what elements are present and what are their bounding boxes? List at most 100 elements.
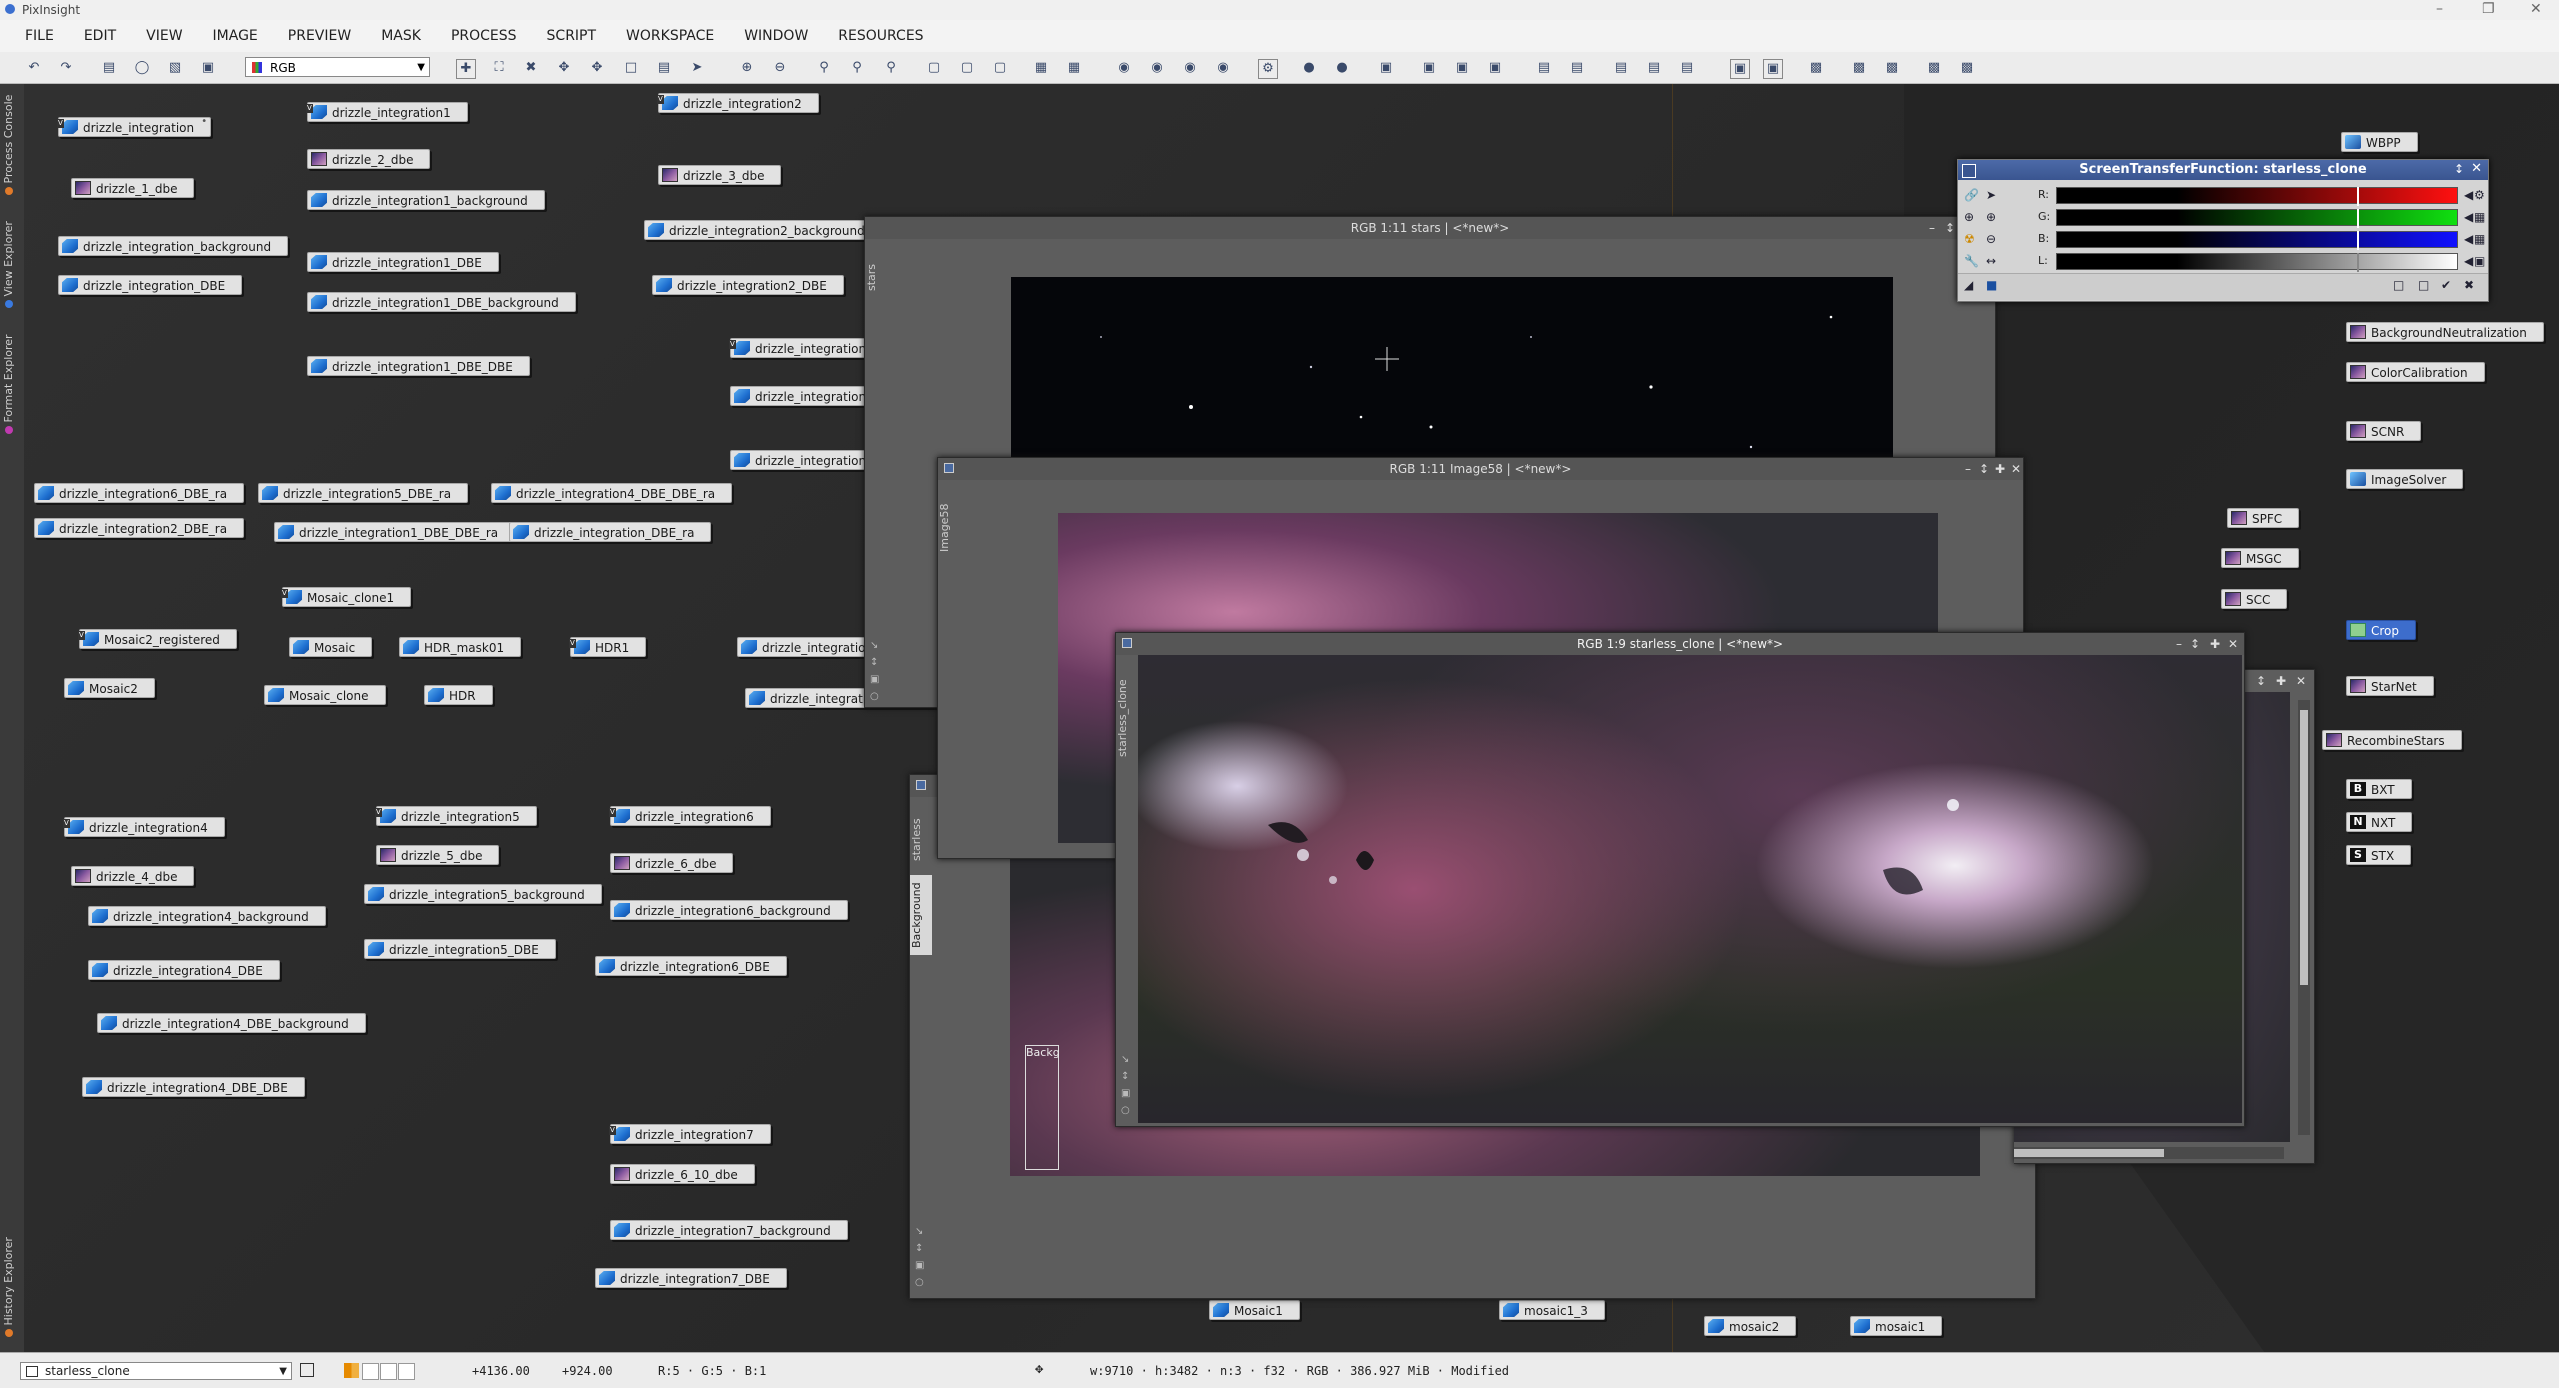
- radiation-icon[interactable]: ☢: [1964, 232, 1975, 246]
- image-icon[interactable]: V Mosaic_clone1: [281, 587, 412, 607]
- mask-invert-icon[interactable]: ◉: [1181, 59, 1199, 77]
- image-icon[interactable]: Vdrizzle_integration2: [657, 93, 819, 113]
- cancel-icon[interactable]: ✖: [2464, 278, 2474, 292]
- image-icon[interactable]: drizzle_integration2_DBE: [652, 275, 844, 295]
- menu-script[interactable]: SCRIPT: [532, 28, 612, 44]
- zoom-out-icon[interactable]: ⊖: [771, 59, 789, 77]
- image-icon[interactable]: Vdrizzle_integration1: [306, 102, 468, 122]
- image-icon[interactable]: mosaic1_3: [1499, 1300, 1605, 1320]
- image-icon[interactable]: drizzle_3_dbe: [658, 165, 782, 185]
- process-icon[interactable]: StarNet: [2346, 676, 2434, 696]
- mask-enable-icon[interactable]: ◉: [1115, 59, 1133, 77]
- image-window-starless-clone[interactable]: RGB 1:9 starless_clone | <*new*> – ↕ ✚ ✕…: [1115, 632, 2245, 1127]
- redo-icon[interactable]: ↷: [57, 59, 75, 77]
- reset-channel-icon[interactable]: ◀: [2464, 188, 2473, 202]
- explorer-icon[interactable]: ▤: [1535, 59, 1553, 77]
- zoom-2-icon[interactable]: ⚲: [848, 59, 866, 77]
- process-console-tab[interactable]: Process Console: [2, 89, 22, 204]
- image-icon[interactable]: drizzle_5_dbe: [376, 845, 500, 865]
- image-icon[interactable]: drizzle_integration_background: [58, 236, 289, 256]
- undo-icon[interactable]: ↶: [25, 59, 43, 77]
- scrollbar-thumb[interactable]: [2300, 710, 2308, 985]
- monitor-icon[interactable]: ▣: [2474, 254, 2485, 268]
- channel-r-bar[interactable]: [2056, 187, 2458, 206]
- channel-r-icon[interactable]: ▣: [1420, 59, 1438, 77]
- channel-swatch[interactable]: [362, 1363, 379, 1380]
- midtone-slider[interactable]: [2357, 253, 2359, 272]
- image-icon[interactable]: drizzle_integration_DBE: [58, 275, 243, 295]
- image-icon[interactable]: drizzle_6_dbe: [610, 853, 734, 873]
- view-tab[interactable]: starless: [910, 815, 932, 865]
- stf-auto-icon[interactable]: ●: [1300, 59, 1318, 77]
- image-icon[interactable]: Vdrizzle_integration •: [57, 116, 212, 137]
- image-icon[interactable]: drizzle_integration1_DBE_background: [307, 292, 576, 312]
- process-icon[interactable]: N NXT: [2346, 812, 2413, 832]
- wrench-icon[interactable]: 🔧: [1964, 254, 1979, 268]
- preview-edit-icon[interactable]: ▦: [1065, 59, 1083, 77]
- close-icon[interactable]: ✕: [2296, 670, 2306, 692]
- color-icon[interactable]: ▣: [199, 59, 217, 77]
- channel-swatch[interactable]: [380, 1363, 397, 1380]
- preview-tab[interactable]: Background: [910, 875, 932, 955]
- maximize-icon[interactable]: ✚: [2210, 633, 2220, 655]
- process-icon[interactable]: Crop: [2346, 620, 2417, 640]
- process-icon[interactable]: S STX: [2346, 845, 2412, 865]
- image-icon[interactable]: drizzle_integration5_background: [364, 884, 602, 904]
- new-instance-icon[interactable]: ◢: [1964, 278, 1973, 292]
- channel-b-bar[interactable]: [2056, 231, 2458, 250]
- link-icon[interactable]: 🔗: [1964, 188, 1979, 202]
- fit-view-icon[interactable]: ▢: [925, 59, 943, 77]
- readout-icon[interactable]: ▤: [655, 59, 673, 77]
- copy-icon[interactable]: □: [2418, 278, 2429, 292]
- layout3-icon[interactable]: ▤: [1678, 59, 1696, 77]
- screen3-icon[interactable]: ▩: [1883, 59, 1901, 77]
- window-title[interactable]: RGB 1:11 stars | <*new*>: [865, 217, 1995, 239]
- screen5-icon[interactable]: ▩: [1958, 59, 1976, 77]
- grid-icon[interactable]: ▦: [2474, 210, 2485, 224]
- image-icon[interactable]: Vdrizzle_integration5: [375, 806, 537, 826]
- pointer-icon[interactable]: ➤: [688, 59, 706, 77]
- move-icon[interactable]: ✥: [555, 59, 573, 77]
- menu-workspace[interactable]: WORKSPACE: [611, 28, 729, 44]
- image-icon[interactable]: drizzle_4_dbe: [71, 866, 195, 886]
- process-icon[interactable]: WBPP: [2341, 132, 2418, 152]
- close-icon[interactable]: ✕: [2011, 458, 2021, 480]
- new-doc-icon[interactable]: □: [2393, 278, 2404, 292]
- process-icon[interactable]: B BXT: [2346, 779, 2412, 799]
- channel-l-bar[interactable]: [2056, 253, 2458, 272]
- midtone-slider[interactable]: [2357, 231, 2359, 250]
- process-icon[interactable]: MSGC: [2221, 548, 2299, 568]
- fit-height-icon[interactable]: ▢: [991, 59, 1009, 77]
- image-icon[interactable]: drizzle_integration1_DBE_DBE: [307, 356, 530, 376]
- monitor-icon[interactable]: ▣: [1730, 59, 1750, 79]
- reset-icon[interactable]: ◯: [133, 59, 151, 77]
- image-icon[interactable]: Mosaic2: [64, 678, 155, 698]
- close-icon[interactable]: ✕: [2228, 633, 2238, 655]
- crosshair-icon[interactable]: ✥: [1035, 1361, 1043, 1377]
- window-title[interactable]: RGB 1:11 Image58 | <*new*>: [938, 458, 2023, 480]
- shade-icon[interactable]: ↕: [2454, 162, 2464, 176]
- scrollbar-thumb[interactable]: [2014, 1149, 2164, 1157]
- image-icon[interactable]: Vdrizzle_integration7: [609, 1124, 771, 1144]
- page-icon[interactable]: □: [622, 59, 640, 77]
- reset-channel-icon[interactable]: ◀: [2464, 254, 2473, 268]
- image-icon[interactable]: drizzle_integration6_background: [610, 900, 848, 920]
- screen-icon[interactable]: ▩: [1807, 59, 1825, 77]
- channel-b-icon[interactable]: ▣: [1486, 59, 1504, 77]
- monitor2-icon[interactable]: ▣: [1763, 59, 1783, 79]
- image-icon[interactable]: drizzle_integration2_background: [644, 220, 882, 240]
- settings-icon[interactable]: ⚙: [2474, 188, 2485, 202]
- image-icon[interactable]: drizzle_integration7_background: [610, 1220, 848, 1240]
- image-icon[interactable]: drizzle_integration5_DBE_ra: [258, 483, 469, 503]
- channel-g-icon[interactable]: ▣: [1453, 59, 1471, 77]
- image-icon[interactable]: drizzle_integration4_DBE_DBE: [82, 1077, 305, 1097]
- minimize-icon[interactable]: –: [2436, 1, 2443, 17]
- image-icon[interactable]: HDR_mask01: [399, 637, 522, 657]
- image-icon[interactable]: V HDR1: [569, 637, 647, 657]
- maximize-icon[interactable]: ✚: [2276, 670, 2286, 692]
- zoom-in-icon[interactable]: ⊕: [738, 59, 756, 77]
- image-icon[interactable]: mosaic1: [1850, 1316, 1943, 1336]
- view-tab[interactable]: starless_clone: [1116, 673, 1138, 763]
- image-icon[interactable]: drizzle_integration4_background: [88, 906, 326, 926]
- image-icon[interactable]: drizzle_integration5_DBE: [364, 939, 556, 959]
